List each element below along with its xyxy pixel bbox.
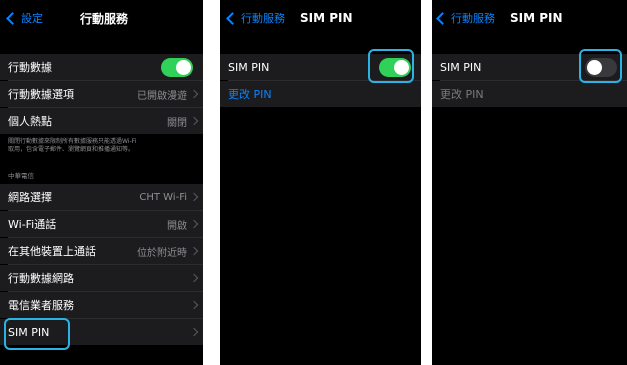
back-button[interactable]: 行動服務 bbox=[226, 0, 285, 36]
row-label: 個人熱點 bbox=[8, 115, 52, 128]
chevron-right-icon bbox=[189, 116, 199, 126]
row-label: SIM PIN bbox=[228, 60, 270, 74]
cellular-data-toggle[interactable] bbox=[161, 57, 193, 77]
chevron-right-icon bbox=[189, 246, 199, 256]
change-pin-link: 更改 PIN bbox=[440, 88, 484, 101]
row-value: 已開啟漫遊 bbox=[137, 90, 187, 102]
chevron-right-icon bbox=[189, 219, 199, 229]
change-pin-link[interactable]: 更改 PIN bbox=[228, 86, 272, 102]
row-label: 行動數據選項 bbox=[8, 88, 74, 101]
row-label: 行動數據 bbox=[8, 61, 52, 74]
row-label: Wi-Fi通話 bbox=[8, 218, 57, 231]
row-cellular-data-network[interactable]: 行動數據網路 bbox=[0, 265, 203, 291]
page-title: SIM PIN bbox=[300, 11, 353, 25]
back-label: 行動服務 bbox=[451, 12, 495, 25]
sim-pin-panel-disabled: 行動服務 SIM PIN SIM PIN 更改 PIN bbox=[432, 0, 627, 365]
chevron-left-icon bbox=[6, 11, 19, 25]
chevron-right-icon bbox=[189, 327, 199, 337]
chevron-right-icon bbox=[189, 192, 199, 202]
page-title: 行動服務 bbox=[80, 11, 129, 26]
chevron-right-icon bbox=[189, 300, 199, 310]
chevron-right-icon bbox=[189, 273, 199, 283]
row-value: 開啟 bbox=[167, 220, 187, 232]
toggle-knob bbox=[176, 59, 191, 75]
row-value: 位於附近時 bbox=[137, 247, 187, 259]
row-label: 行動數據網路 bbox=[8, 272, 74, 285]
sim-pin-highlight bbox=[4, 318, 70, 350]
row-cellular-data-options[interactable]: 行動數據選項 已開啟漫遊 bbox=[0, 81, 203, 107]
nav-bar: 行動服務 SIM PIN bbox=[432, 0, 627, 36]
row-label: 電信業者服務 bbox=[8, 299, 74, 312]
row-value: 關閉 bbox=[167, 117, 187, 129]
row-personal-hotspot[interactable]: 個人熱點 關閉 bbox=[0, 108, 203, 134]
back-button[interactable]: 設定 bbox=[6, 0, 43, 36]
toggle-highlight bbox=[579, 49, 622, 83]
page-title: SIM PIN bbox=[510, 11, 563, 25]
footnote-line: 關閉行動數據來限制所有數據服務只能透過Wi-Fi bbox=[8, 138, 137, 145]
carrier-section-header: 中華電信 bbox=[8, 172, 34, 180]
back-button[interactable]: 行動服務 bbox=[436, 0, 495, 36]
row-network-selection[interactable]: 網路選擇 CHT Wi-Fi bbox=[0, 184, 203, 210]
row-label: 網路選擇 bbox=[8, 191, 52, 204]
cellular-settings-panel: 設定 行動服務 行動數據 行動數據選項 已開啟漫遊 個人熱點 關閉 關閉行動數據… bbox=[0, 0, 203, 365]
row-wifi-calling[interactable]: Wi-Fi通話 開啟 bbox=[0, 211, 203, 237]
sim-pin-panel-enabled: 行動服務 SIM PIN SIM PIN 更改 PIN bbox=[220, 0, 421, 365]
footnote-line: 取用，包含電子郵件、瀏覽網頁和推播通知等。 bbox=[8, 146, 135, 153]
back-label: 行動服務 bbox=[241, 12, 285, 25]
row-carrier-services[interactable]: 電信業者服務 bbox=[0, 292, 203, 318]
row-label: SIM PIN bbox=[440, 60, 482, 74]
row-change-pin[interactable]: 更改 PIN bbox=[220, 81, 421, 107]
nav-bar: 設定 行動服務 bbox=[0, 0, 203, 36]
nav-bar: 行動服務 SIM PIN bbox=[220, 0, 421, 36]
toggle-highlight bbox=[368, 49, 414, 83]
row-value: CHT Wi-Fi bbox=[139, 191, 187, 203]
chevron-left-icon bbox=[226, 11, 239, 25]
row-label: 在其他裝置上通話 bbox=[8, 245, 96, 258]
row-calls-on-other-devices[interactable]: 在其他裝置上通話 位於附近時 bbox=[0, 238, 203, 264]
back-label: 設定 bbox=[21, 12, 43, 25]
chevron-right-icon bbox=[189, 89, 199, 99]
row-cellular-data[interactable]: 行動數據 bbox=[0, 54, 203, 80]
chevron-left-icon bbox=[436, 11, 449, 25]
cellular-data-footnote: 關閉行動數據來限制所有數據服務只能透過Wi-Fi 取用，包含電子郵件、瀏覽網頁和… bbox=[8, 138, 197, 154]
row-change-pin: 更改 PIN bbox=[432, 81, 627, 107]
